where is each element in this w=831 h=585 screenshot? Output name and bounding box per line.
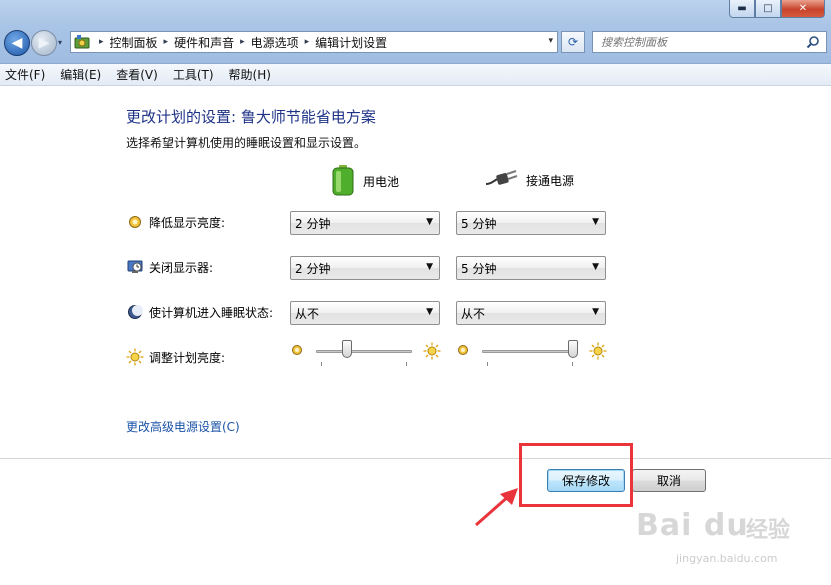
- menu-edit[interactable]: 编辑(E): [60, 66, 101, 83]
- maximize-button[interactable]: □: [755, 0, 781, 18]
- recent-pages-dropdown[interactable]: ▾: [58, 38, 62, 47]
- breadcrumb-separator: ▸: [99, 37, 104, 47]
- row-text-dim-display: 降低显示亮度:: [149, 215, 226, 230]
- dim-display-battery-select[interactable]: 2 分钟 ▼: [290, 211, 440, 235]
- slider-tick: [572, 362, 573, 366]
- menu-help[interactable]: 帮助(H): [229, 66, 271, 83]
- slider-thumb[interactable]: [568, 340, 578, 358]
- address-bar[interactable]: ▸ 控制面板 ▸ 硬件和声音 ▸ 电源选项 ▸ 编辑计划设置 ▾: [70, 31, 558, 53]
- row-label-dim-display: 降低显示亮度:: [126, 213, 225, 231]
- brightness-sun-icon: [126, 348, 144, 366]
- power-plug-icon: [484, 168, 518, 193]
- monitor-off-icon: [126, 258, 144, 276]
- column-header-plugged: 接通电源: [484, 168, 574, 193]
- refresh-button[interactable]: ⟳: [561, 31, 585, 53]
- breadcrumb-power-options[interactable]: 电源选项: [251, 34, 299, 51]
- breadcrumb-separator[interactable]: ▸: [164, 37, 169, 47]
- address-history-dropdown[interactable]: ▾: [548, 36, 553, 46]
- selected-value: 2 分钟: [295, 216, 331, 231]
- breadcrumb-hardware-sound[interactable]: 硬件和声音: [174, 34, 234, 51]
- row-text-brightness: 调整计划亮度:: [149, 350, 226, 365]
- search-box[interactable]: [592, 31, 827, 53]
- selected-value: 从不: [295, 306, 320, 321]
- search-input[interactable]: [601, 35, 801, 49]
- highlight-box: [519, 443, 633, 507]
- sleep-moon-icon: [126, 303, 144, 321]
- row-label-sleep: 使计算机进入睡眠状态:: [126, 303, 273, 321]
- slider-track: [482, 350, 578, 353]
- selected-value: 从不: [461, 306, 486, 321]
- footer-divider: [0, 458, 831, 459]
- selected-value: 5 分钟: [461, 216, 497, 231]
- menu-view[interactable]: 查看(V): [116, 66, 158, 83]
- breadcrumb-control-panel[interactable]: 控制面板: [110, 34, 158, 51]
- chevron-down-icon: ▼: [592, 217, 599, 227]
- back-button[interactable]: ◀: [4, 30, 30, 56]
- menu-file[interactable]: 文件(F): [5, 66, 45, 83]
- window-controls: ▬ □ ✕: [729, 0, 825, 18]
- baidu-watermark: Bai du 经验 jingyan.baidu.com: [636, 508, 826, 580]
- brightness-slider-plugged[interactable]: [482, 340, 578, 366]
- menu-tools[interactable]: 工具(T): [173, 66, 214, 83]
- watermark-url: jingyan.baidu.com: [676, 552, 778, 565]
- cancel-button[interactable]: 取消: [632, 469, 706, 492]
- title-bar: ▬ □ ✕ ◀ ▶ ▾ ▸ 控制面板 ▸ 硬件和声音 ▸ 电源选项 ▸ 编辑计划…: [0, 0, 831, 64]
- row-label-turn-off-display: 关闭显示器:: [126, 258, 213, 276]
- advanced-power-settings-link[interactable]: 更改高级电源设置(C): [126, 418, 240, 435]
- breadcrumb-edit-plan[interactable]: 编辑计划设置: [315, 34, 387, 51]
- dim-display-plugged-select[interactable]: 5 分钟 ▼: [456, 211, 606, 235]
- chevron-down-icon: ▼: [592, 307, 599, 317]
- column-label-plugged: 接通电源: [526, 174, 575, 188]
- row-text-sleep: 使计算机进入睡眠状态:: [149, 305, 274, 320]
- chevron-down-icon: ▼: [592, 262, 599, 272]
- chevron-down-icon: ▼: [426, 217, 433, 227]
- close-button[interactable]: ✕: [781, 0, 825, 18]
- page-subtitle: 选择希望计算机使用的睡眠设置和显示设置。: [126, 136, 367, 150]
- selected-value: 5 分钟: [461, 261, 497, 276]
- battery-icon: [331, 164, 355, 199]
- slider-track: [316, 350, 412, 353]
- watermark-jingyan: 经验: [746, 518, 791, 543]
- chevron-down-icon: ▼: [426, 307, 433, 317]
- dim-sun-icon: [457, 344, 469, 356]
- forward-button[interactable]: ▶: [31, 30, 57, 56]
- slider-tick: [406, 362, 407, 366]
- turn-off-display-plugged-select[interactable]: 5 分钟 ▼: [456, 256, 606, 280]
- row-text-turn-off-display: 关闭显示器:: [149, 260, 214, 275]
- column-header-battery: 用电池: [331, 164, 399, 199]
- column-label-battery: 用电池: [363, 175, 400, 189]
- slider-tick: [321, 362, 322, 366]
- menu-bar: 文件(F) 编辑(E) 查看(V) 工具(T) 帮助(H): [0, 64, 831, 86]
- watermark-brand: Bai du: [636, 508, 749, 543]
- page-title: 更改计划的设置: 鲁大师节能省电方案: [126, 108, 376, 126]
- red-arrow-icon: [475, 488, 518, 527]
- dim-sun-icon: [291, 344, 303, 356]
- sleep-plugged-select[interactable]: 从不 ▼: [456, 301, 606, 325]
- row-label-brightness: 调整计划亮度:: [126, 348, 225, 366]
- slider-tick: [487, 362, 488, 366]
- brightness-slider-battery[interactable]: [316, 340, 412, 366]
- chevron-down-icon: ▼: [426, 262, 433, 272]
- selected-value: 2 分钟: [295, 261, 331, 276]
- turn-off-display-battery-select[interactable]: 2 分钟 ▼: [290, 256, 440, 280]
- search-icon[interactable]: [806, 35, 820, 52]
- sleep-battery-select[interactable]: 从不 ▼: [290, 301, 440, 325]
- minimize-button[interactable]: ▬: [729, 0, 755, 18]
- bright-sun-icon: [589, 342, 607, 360]
- dim-display-icon: [126, 213, 144, 231]
- slider-thumb[interactable]: [342, 340, 352, 358]
- control-panel-icon: [71, 32, 93, 52]
- bright-sun-icon: [423, 342, 441, 360]
- breadcrumb-separator[interactable]: ▸: [240, 37, 245, 47]
- breadcrumb-separator[interactable]: ▸: [305, 37, 310, 47]
